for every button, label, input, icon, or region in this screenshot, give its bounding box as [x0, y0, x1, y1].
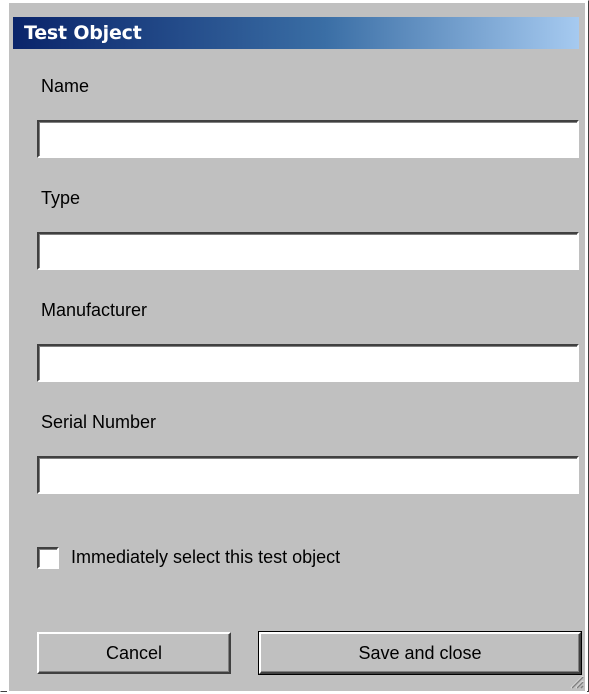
manufacturer-label: Manufacturer — [41, 300, 148, 320]
cancel-button[interactable]: Cancel — [37, 632, 231, 674]
save-and-close-button[interactable]: Save and close — [258, 631, 582, 675]
window-title: Test Object — [24, 22, 142, 44]
serial-number-label: Serial Number — [41, 412, 157, 432]
type-input[interactable] — [37, 232, 579, 270]
type-label: Type — [41, 188, 81, 208]
select-object-label[interactable]: Immediately select this test object — [71, 547, 340, 568]
select-object-checkbox[interactable] — [37, 547, 59, 569]
serial-number-input[interactable] — [37, 456, 579, 494]
resize-grip-icon[interactable] — [568, 673, 584, 689]
manufacturer-input[interactable] — [37, 344, 579, 382]
name-label: Name — [41, 76, 90, 96]
dialog-window: Test Object Name Type Manufacturer Seria… — [0, 0, 589, 693]
name-input[interactable] — [37, 120, 579, 158]
title-bar[interactable]: Test Object — [13, 17, 579, 49]
